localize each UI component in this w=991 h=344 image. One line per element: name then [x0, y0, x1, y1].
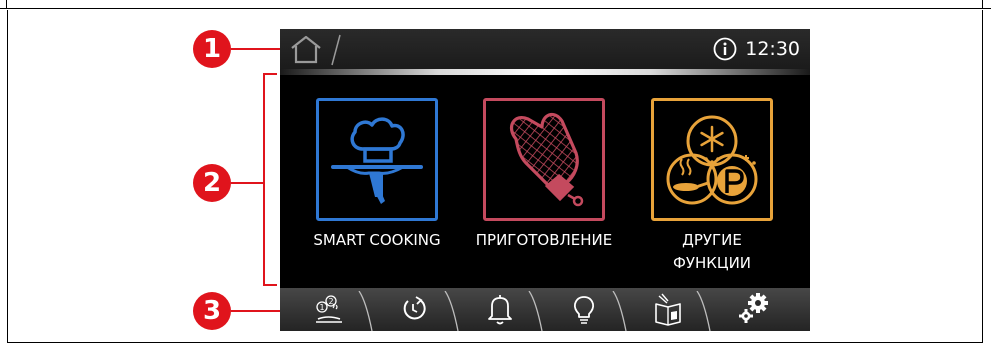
svg-text:1: 1: [319, 303, 324, 312]
tab-separator: [444, 291, 459, 331]
clock: 12:30: [745, 38, 800, 60]
callout-2: 2: [193, 164, 231, 202]
callout-3-line: [231, 310, 283, 312]
recipe-book-icon: [655, 293, 681, 326]
lightbulb-icon: [573, 296, 595, 324]
callout-1: 1: [193, 30, 231, 68]
callout-2-bracket-top: [263, 73, 277, 75]
snowflake-p-pan-icon: [666, 115, 758, 205]
bell-icon: [488, 295, 512, 325]
oven-mitt-icon: [510, 112, 584, 207]
tab-separator: [528, 291, 543, 331]
callout-3: 3: [193, 292, 231, 330]
tab-light[interactable]: [554, 288, 614, 331]
other-functions-label: ДРУГИЕ ФУНКЦИИ: [642, 229, 782, 275]
status-bar: 12:30: [280, 29, 810, 69]
chef-hat-cloche-icon: [331, 117, 423, 204]
smart-cooking-label: SMART COOKING: [313, 231, 441, 249]
other-functions-tile[interactable]: [651, 98, 773, 221]
timer-icon: [403, 296, 426, 320]
frame-tick: [982, 0, 983, 9]
tab-settings[interactable]: [724, 288, 784, 331]
tab-recipe-steps[interactable]: 1 2: [302, 288, 362, 331]
home-divider: [331, 34, 341, 66]
status-right: 12:30: [713, 36, 800, 62]
other-functions-label-line2: ФУНКЦИИ: [672, 254, 752, 272]
settings-gears-icon: [739, 293, 768, 323]
frame-tick: [6, 0, 7, 9]
cooking-tile[interactable]: [483, 98, 605, 221]
home-icon[interactable]: [286, 33, 326, 65]
other-functions-label-line1: ДРУГИЕ: [682, 231, 742, 249]
tab-separator: [612, 291, 627, 331]
callout-2-bracket: [263, 73, 265, 286]
device-screen: 12:30 SMART COOKING ПРИГОТОВЛЕНИЕ ДРУГИЕ…: [280, 29, 810, 331]
status-bar-highlight: [280, 69, 810, 75]
tab-bar: 1 2: [280, 288, 810, 331]
info-icon[interactable]: [713, 37, 737, 61]
recipe-steps-icon: 1 2: [316, 295, 342, 323]
callout-1-line: [231, 48, 283, 50]
tab-recipe-book[interactable]: [638, 288, 698, 331]
callout-2-line: [231, 182, 263, 184]
callout-2-bracket-bottom: [263, 284, 277, 286]
top-rule: [0, 8, 991, 9]
tab-separator: [358, 291, 373, 331]
svg-text:2: 2: [328, 297, 333, 306]
tab-alarm[interactable]: [470, 288, 530, 331]
tab-separator: [696, 291, 711, 331]
cooking-label: ПРИГОТОВЛЕНИЕ: [475, 231, 613, 249]
smart-cooking-tile[interactable]: [316, 98, 438, 221]
tab-timer[interactable]: [386, 288, 446, 331]
